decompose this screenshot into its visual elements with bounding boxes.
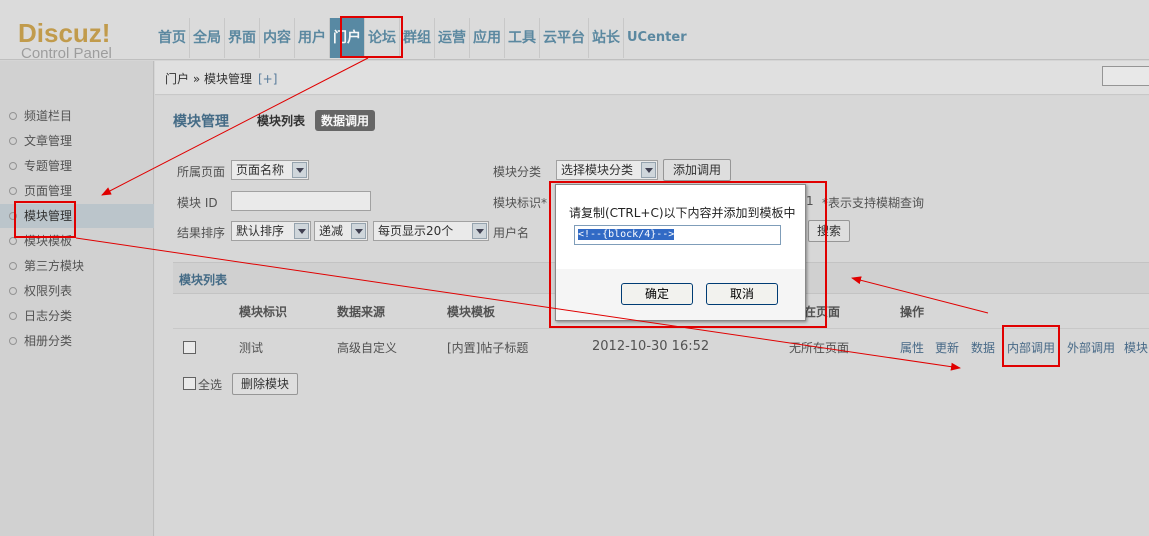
op-properties-link[interactable]: 属性	[900, 339, 924, 356]
fuzzy-hint: *表示支持模糊查询	[822, 196, 925, 210]
category-select-value: 选择模块分类	[561, 163, 634, 177]
row-template: [内置]帖子标题	[447, 341, 529, 355]
sort-select[interactable]: 默认排序	[231, 221, 311, 241]
row-page: 无所在页面	[789, 341, 850, 355]
list-title: 模块列表	[179, 273, 228, 287]
dialog-message: 请复制(CTRL+C)以下内容并添加到模板中	[569, 206, 796, 220]
col-header-tag: 模块标识	[239, 305, 288, 319]
page-label: 所属页面	[177, 165, 226, 179]
sort-label: 结果排序	[177, 226, 226, 240]
per-page-select-value: 每页显示20个	[378, 224, 454, 238]
search-button[interactable]: 搜索	[808, 220, 850, 242]
sidebar-item-third-party[interactable]: 第三方模块	[0, 254, 154, 278]
breadcrumb-bar: 门户 » 模块管理 [+]	[155, 61, 1149, 95]
cancel-button[interactable]: 取消	[706, 283, 778, 305]
block-tag-label: 模块标识*	[493, 196, 548, 210]
nav-forum[interactable]: 论坛	[365, 18, 400, 58]
sidebar-item-block-templates[interactable]: 模块模板	[0, 229, 154, 253]
sidebar-item-articles[interactable]: 文章管理	[0, 129, 154, 153]
code-input[interactable]: <!--{block/4}-->	[574, 225, 781, 245]
col-header-source: 数据来源	[337, 305, 386, 319]
dialog-body: 请复制(CTRL+C)以下内容并添加到模板中 <!--{block/4}-->	[556, 185, 805, 269]
order-select[interactable]: 递减	[314, 221, 368, 241]
row-tag: 测试	[239, 341, 264, 355]
nav-ucenter[interactable]: UCenter	[624, 18, 690, 58]
sidebar-item-pages[interactable]: 页面管理	[0, 179, 154, 203]
fuzzy-hint-number: 1	[806, 194, 814, 208]
row-checkbox[interactable]	[183, 341, 196, 354]
nav-content[interactable]: 内容	[260, 18, 295, 58]
row-source: 高级自定义	[337, 341, 398, 355]
category-select[interactable]: 选择模块分类	[556, 160, 658, 180]
per-page-select[interactable]: 每页显示20个	[373, 221, 489, 241]
chevron-down-icon	[294, 223, 309, 239]
nav-user[interactable]: 用户	[295, 18, 330, 58]
breadcrumb: 门户 » 模块管理 [+]	[165, 70, 277, 87]
sidebar-item-topics[interactable]: 专题管理	[0, 154, 154, 178]
logo-main-text: Discuz!	[18, 18, 111, 48]
col-header-page: 在页面	[804, 305, 841, 319]
block-id-label: 模块 ID	[177, 196, 218, 210]
page-title: 模块管理	[173, 113, 229, 130]
chevron-down-icon	[641, 162, 656, 178]
sidebar-item-blocks[interactable]: 模块管理	[0, 204, 154, 228]
op-block-link[interactable]: 模块	[1124, 339, 1148, 356]
nav-tools[interactable]: 工具	[505, 18, 540, 58]
breadcrumb-add-link[interactable]: [+]	[258, 72, 277, 86]
nav-apps[interactable]: 应用	[470, 18, 505, 58]
sidebar: 频道栏目 文章管理 专题管理 页面管理 模块管理 模块模板 第三方模块 权限列表…	[0, 61, 154, 536]
op-external-call-link[interactable]: 外部调用	[1067, 339, 1115, 356]
breadcrumb-text: 门户 » 模块管理	[165, 72, 252, 86]
title-row: 模块管理 模块列表 数据调用	[173, 110, 385, 131]
nav-interface[interactable]: 界面	[225, 18, 260, 58]
op-data-link[interactable]: 数据	[971, 339, 995, 356]
chevron-down-icon	[292, 162, 307, 178]
order-select-value: 递减	[319, 224, 344, 238]
username-label: 用户名	[493, 226, 530, 240]
chevron-down-icon	[472, 223, 487, 239]
row-time: 2012-10-30 16:52	[592, 339, 710, 354]
sidebar-item-permissions[interactable]: 权限列表	[0, 279, 154, 303]
chevron-down-icon	[351, 223, 366, 239]
nav-cloud[interactable]: 云平台	[540, 18, 589, 58]
tab-data-call[interactable]: 数据调用	[315, 110, 376, 131]
nav-group[interactable]: 群组	[400, 18, 435, 58]
header-divider	[173, 328, 1149, 329]
sidebar-item-album-categories[interactable]: 相册分类	[0, 329, 154, 353]
discuz-logo[interactable]: Discuz! Control Panel	[18, 20, 143, 61]
select-all-label: 全选	[198, 378, 223, 392]
top-bar: Discuz! Control Panel 首页 全局 界面 内容 用户 门户 …	[0, 0, 1149, 61]
select-all-checkbox[interactable]	[183, 377, 196, 390]
sidebar-item-channels[interactable]: 频道栏目	[0, 104, 154, 128]
col-header-ops: 操作	[900, 305, 925, 319]
sidebar-item-log-categories[interactable]: 日志分类	[0, 304, 154, 328]
delete-blocks-button[interactable]: 删除模块	[232, 373, 298, 395]
col-header-template: 模块模板	[447, 305, 496, 319]
block-id-input[interactable]	[231, 191, 371, 211]
logo-sub-text: Control Panel	[21, 45, 112, 62]
category-label: 模块分类	[493, 165, 542, 179]
add-call-button[interactable]: 添加调用	[663, 159, 731, 181]
nav-webmaster[interactable]: 站长	[589, 18, 624, 58]
nav-portal[interactable]: 门户	[330, 18, 365, 58]
menu-search-input[interactable]	[1102, 66, 1149, 86]
page-select-value: 页面名称	[236, 163, 285, 177]
tab-block-list[interactable]: 模块列表	[257, 112, 305, 129]
nav-operation[interactable]: 运营	[435, 18, 470, 58]
nav-home[interactable]: 首页	[155, 18, 190, 58]
ok-button[interactable]: 确定	[621, 283, 693, 305]
op-internal-call-link[interactable]: 内部调用	[1007, 339, 1055, 356]
code-text: <!--{block/4}-->	[578, 229, 675, 240]
copy-code-dialog: 请复制(CTRL+C)以下内容并添加到模板中 <!--{block/4}--> …	[555, 184, 806, 321]
nav-global[interactable]: 全局	[190, 18, 225, 58]
main-nav: 首页 全局 界面 内容 用户 门户 论坛 群组 运营 应用 工具 云平台 站长 …	[155, 18, 690, 58]
sort-select-value: 默认排序	[236, 224, 285, 238]
page-select[interactable]: 页面名称	[231, 160, 309, 180]
op-update-link[interactable]: 更新	[935, 339, 959, 356]
